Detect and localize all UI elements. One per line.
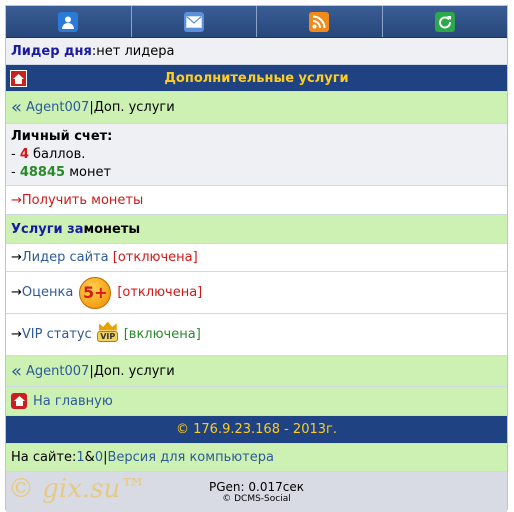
breadcrumb: « Agent007 | Доп. услуги bbox=[6, 92, 507, 124]
leader-of-day: Лидер дня : нет лидера bbox=[6, 38, 507, 65]
vip-crown-icon: VIP bbox=[97, 321, 119, 348]
coins-value: 48845 bbox=[19, 164, 66, 180]
mail-icon bbox=[183, 11, 204, 32]
online-bar: На сайте: 1 & 0 | Версия для компьютера bbox=[6, 444, 507, 472]
service-item-leader: → Лидер сайта [отключена] bbox=[6, 244, 507, 272]
copyright-bar: © 176.9.23.168 - 2013г. bbox=[6, 416, 507, 444]
online-users-link[interactable]: 1 bbox=[76, 450, 84, 465]
home-link[interactable]: На главную bbox=[33, 394, 113, 409]
leader-label: Лидер дня bbox=[11, 43, 92, 59]
profile-button[interactable] bbox=[6, 6, 132, 37]
section-header: Дополнительные услуги bbox=[6, 65, 507, 92]
points-value: 4 bbox=[19, 146, 29, 162]
status-badge: [отключена] bbox=[117, 285, 203, 300]
top-toolbar bbox=[6, 6, 507, 38]
home-icon bbox=[11, 393, 27, 409]
account-title: Личный счет: bbox=[11, 128, 113, 144]
service-link-leader[interactable]: Лидер сайта bbox=[22, 250, 109, 265]
page-footer: © gix.su™ PGen: 0.017сек © DCMS-Social bbox=[6, 472, 507, 512]
home-icon[interactable] bbox=[10, 70, 27, 87]
account-panel: Личный счет: - 4 баллов. - 48845 монет bbox=[6, 124, 507, 186]
service-link-rating[interactable]: Оценка bbox=[22, 285, 73, 300]
rss-button[interactable] bbox=[257, 6, 383, 37]
back-arrow[interactable]: « bbox=[11, 97, 22, 118]
refresh-button[interactable] bbox=[382, 6, 507, 37]
service-item-vip: → VIP статус VIP [включена] bbox=[6, 314, 507, 356]
coins-line: - 48845 монет bbox=[11, 164, 112, 180]
leader-value: нет лидера bbox=[96, 43, 175, 59]
get-coins-item[interactable]: → Получить монеты bbox=[6, 186, 507, 215]
user-icon bbox=[58, 11, 79, 32]
online-guests-link[interactable]: 0 bbox=[95, 450, 103, 465]
page: Лидер дня : нет лидера Дополнительные ус… bbox=[5, 5, 508, 512]
services-header: Услуги за монеты bbox=[6, 215, 507, 244]
status-badge: [включена] bbox=[123, 327, 201, 342]
copyright-text: © 176.9.23.168 - 2013г. bbox=[176, 422, 337, 437]
user-link[interactable]: Agent007 bbox=[26, 100, 89, 115]
page-title: Дополнительные услуги bbox=[164, 70, 349, 86]
back-arrow[interactable]: « bbox=[11, 361, 22, 382]
rss-icon bbox=[309, 11, 330, 32]
points-line: - 4 баллов. bbox=[11, 146, 86, 162]
engine-credit: © DCMS-Social bbox=[222, 494, 291, 504]
mail-button[interactable] bbox=[131, 6, 257, 37]
service-link-vip[interactable]: VIP статус bbox=[22, 327, 92, 342]
breadcrumb-bottom: « Agent007 | Доп. услуги bbox=[6, 356, 507, 387]
pgen-text: PGen: 0.017сек bbox=[209, 480, 304, 494]
user-link[interactable]: Agent007 bbox=[26, 364, 89, 379]
watermark: © gix.su™ bbox=[8, 474, 147, 504]
refresh-icon bbox=[434, 11, 455, 32]
service-item-rating: → Оценка 5+ [отключена] bbox=[6, 272, 507, 314]
status-badge: [отключена] bbox=[112, 250, 198, 265]
desktop-version-link[interactable]: Версия для компьютера bbox=[107, 450, 273, 465]
rating-5plus-icon: 5+ bbox=[79, 276, 112, 309]
get-coins-link[interactable]: Получить монеты bbox=[22, 193, 143, 208]
breadcrumb-page: Доп. услуги bbox=[93, 100, 175, 115]
home-item[interactable]: На главную bbox=[6, 387, 507, 416]
